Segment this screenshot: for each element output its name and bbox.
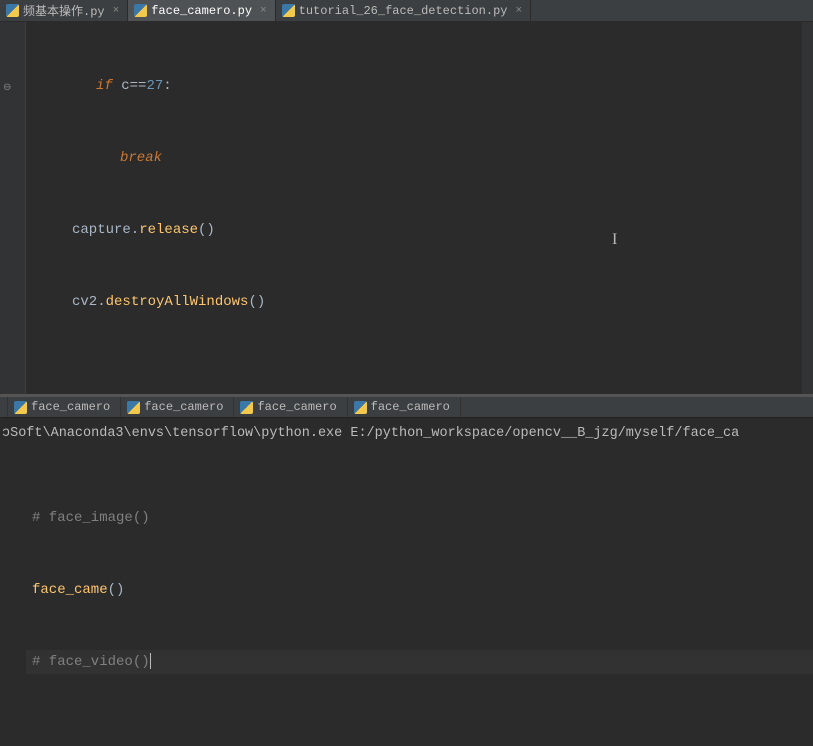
close-icon[interactable]: × (516, 5, 523, 17)
editor-tab-2[interactable]: tutorial_26_face_detection.py × (276, 0, 531, 21)
python-icon (6, 4, 19, 17)
run-tab-handle[interactable] (0, 397, 8, 417)
editor-tab-label: tutorial_26_face_detection.py (299, 4, 508, 18)
python-icon (282, 4, 295, 17)
close-icon[interactable]: × (113, 5, 120, 17)
editor-area: ⊖ if c==27: break capture.release() cv2.… (0, 22, 813, 394)
editor-tab-1[interactable]: face_camero.py × (128, 0, 275, 21)
editor-tab-label: 频基本操作.py (23, 2, 105, 19)
fold-mark[interactable]: ⊖ (3, 82, 17, 96)
code-line: if c==27: (26, 74, 813, 98)
code-line: face_came() (26, 578, 813, 602)
code-line: cv2.destroyAllWindows() (26, 290, 813, 314)
code-line: break (26, 146, 813, 170)
code-editor[interactable]: if c==27: break capture.release() cv2.de… (26, 22, 813, 394)
caret (150, 653, 151, 669)
editor-tab-bar: 频基本操作.py × face_camero.py × tutorial_26_… (0, 0, 813, 22)
code-line: # face_video() (26, 650, 813, 674)
code-line (26, 434, 813, 458)
editor-scrollbar[interactable] (802, 22, 813, 394)
code-line: capture.release() (26, 218, 813, 242)
gutter[interactable]: ⊖ (0, 22, 26, 394)
code-line (26, 362, 813, 386)
editor-tab-label: face_camero.py (151, 4, 252, 18)
code-line: # face_image() (26, 506, 813, 530)
editor-tab-0[interactable]: 频基本操作.py × (0, 0, 128, 21)
text-cursor-icon: I (612, 228, 617, 252)
close-icon[interactable]: × (260, 5, 267, 17)
python-icon (134, 4, 147, 17)
